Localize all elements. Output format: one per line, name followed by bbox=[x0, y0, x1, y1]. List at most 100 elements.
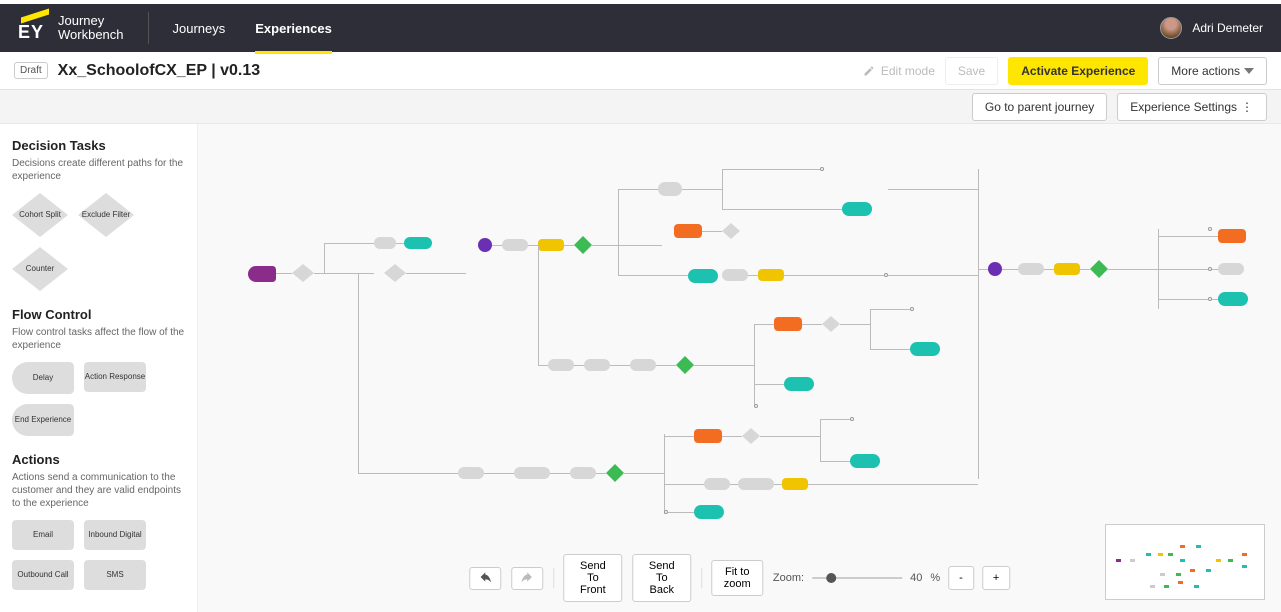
node-end[interactable] bbox=[850, 454, 880, 468]
group-desc-actions: Actions send a communication to the cust… bbox=[12, 471, 185, 510]
connector-dot[interactable] bbox=[820, 167, 824, 171]
shape-sms[interactable]: SMS bbox=[84, 560, 146, 590]
node-email[interactable] bbox=[774, 317, 802, 331]
node-end[interactable] bbox=[842, 202, 872, 216]
shape-cohort-split[interactable]: Cohort Split bbox=[12, 193, 68, 237]
task-palette[interactable]: Decision Tasks Decisions create differen… bbox=[0, 124, 198, 612]
minimap[interactable] bbox=[1105, 524, 1265, 600]
node-delay[interactable] bbox=[502, 239, 528, 251]
brand-line1: Journey bbox=[58, 14, 124, 28]
user-menu[interactable]: Adri Demeter bbox=[1160, 17, 1263, 39]
node-journey[interactable] bbox=[478, 238, 492, 252]
nav-journeys[interactable]: Journeys bbox=[173, 3, 226, 54]
experience-settings-button[interactable]: Experience Settings⋮ bbox=[1117, 93, 1267, 121]
connector-dot[interactable] bbox=[1208, 227, 1212, 231]
nav-experiences[interactable]: Experiences bbox=[255, 3, 332, 54]
node-end[interactable] bbox=[784, 377, 814, 391]
activate-experience-button[interactable]: Activate Experience bbox=[1008, 57, 1148, 85]
node-end[interactable] bbox=[910, 342, 940, 356]
node-decision[interactable] bbox=[292, 264, 314, 282]
node-action[interactable] bbox=[538, 239, 564, 251]
redo-button[interactable] bbox=[511, 567, 543, 590]
node-end[interactable] bbox=[694, 505, 724, 519]
ey-logo: EY bbox=[18, 13, 48, 43]
experience-title: Xx_SchoolofCX_EP | v0.13 bbox=[58, 62, 261, 80]
connector-dot[interactable] bbox=[664, 510, 668, 514]
shape-action-response[interactable]: Action Response bbox=[84, 362, 146, 392]
shape-inbound-digital[interactable]: Inbound Digital bbox=[84, 520, 146, 550]
canvas-toolbar: Send To Front Send To Back Fit to zoom Z… bbox=[469, 554, 1011, 602]
zoom-in-button[interactable]: + bbox=[982, 566, 1010, 590]
send-to-back-button[interactable]: Send To Back bbox=[632, 554, 691, 602]
connector-dot[interactable] bbox=[754, 404, 758, 408]
node-action-response[interactable] bbox=[570, 467, 596, 479]
node-delay[interactable] bbox=[458, 467, 484, 479]
group-desc-flow: Flow control tasks affect the flow of th… bbox=[12, 326, 185, 352]
node-delay[interactable] bbox=[1018, 263, 1044, 275]
brand: EY Journey Workbench bbox=[18, 13, 124, 43]
node-email[interactable] bbox=[1218, 229, 1246, 243]
node-delay[interactable] bbox=[548, 359, 574, 371]
node-decision[interactable] bbox=[1090, 260, 1108, 278]
shape-end-experience[interactable]: End Experience bbox=[12, 404, 74, 436]
node-decision[interactable] bbox=[606, 464, 624, 482]
node-action[interactable] bbox=[1054, 263, 1080, 275]
avatar bbox=[1160, 17, 1182, 39]
node-action[interactable] bbox=[758, 269, 784, 281]
connector-dot[interactable] bbox=[910, 307, 914, 311]
node-action-response[interactable] bbox=[738, 478, 774, 490]
group-title-decision: Decision Tasks bbox=[12, 138, 185, 153]
group-title-flow: Flow Control bbox=[12, 307, 185, 322]
zoom-value: 40 bbox=[910, 572, 922, 584]
journey-canvas[interactable]: Send To Front Send To Back Fit to zoom Z… bbox=[198, 124, 1281, 612]
node-decision[interactable] bbox=[742, 428, 760, 444]
node-decision[interactable] bbox=[822, 316, 840, 332]
zoom-slider[interactable] bbox=[812, 577, 902, 579]
main-nav: Journeys Experiences bbox=[173, 3, 332, 54]
send-to-front-button[interactable]: Send To Front bbox=[563, 554, 622, 602]
undo-button[interactable] bbox=[469, 567, 501, 590]
zoom-out-button[interactable]: - bbox=[948, 566, 974, 590]
node-journey[interactable] bbox=[988, 262, 1002, 276]
connector-dot[interactable] bbox=[850, 417, 854, 421]
zoom-handle[interactable] bbox=[826, 573, 836, 583]
shape-outbound-call[interactable]: Outbound Call bbox=[12, 560, 74, 590]
node-end[interactable] bbox=[404, 237, 432, 249]
node-decision[interactable] bbox=[676, 356, 694, 374]
fit-to-zoom-button[interactable]: Fit to zoom bbox=[712, 560, 763, 596]
shape-email[interactable]: Email bbox=[12, 520, 74, 550]
kebab-icon: ⋮ bbox=[1241, 100, 1254, 114]
node-delay[interactable] bbox=[374, 237, 396, 249]
shape-exclude-filter[interactable]: Exclude Filter bbox=[78, 193, 134, 237]
node-action-response[interactable] bbox=[584, 359, 610, 371]
zoom-unit: % bbox=[930, 572, 940, 584]
save-button[interactable]: Save bbox=[945, 57, 998, 85]
node-delay[interactable] bbox=[704, 478, 730, 490]
pencil-icon bbox=[863, 65, 875, 77]
node-delay[interactable] bbox=[658, 182, 682, 196]
group-title-actions: Actions bbox=[12, 452, 185, 467]
node-end[interactable] bbox=[688, 269, 718, 283]
connector-dot[interactable] bbox=[1208, 297, 1212, 301]
node-start[interactable] bbox=[248, 266, 276, 282]
go-to-parent-journey-button[interactable]: Go to parent journey bbox=[972, 93, 1107, 121]
node-email[interactable] bbox=[694, 429, 722, 443]
node-decision[interactable] bbox=[384, 264, 406, 282]
shape-delay[interactable]: Delay bbox=[12, 362, 74, 394]
node-decision[interactable] bbox=[574, 236, 592, 254]
node-delay[interactable] bbox=[1218, 263, 1244, 275]
main-area: Decision Tasks Decisions create differen… bbox=[0, 124, 1281, 612]
shape-counter[interactable]: Counter bbox=[12, 247, 68, 291]
node-delay[interactable] bbox=[722, 269, 748, 281]
node-end[interactable] bbox=[1218, 292, 1248, 306]
node-action-response[interactable] bbox=[630, 359, 656, 371]
node-decision[interactable] bbox=[722, 223, 740, 239]
user-name: Adri Demeter bbox=[1192, 21, 1263, 35]
edit-mode-toggle[interactable]: Edit mode bbox=[863, 64, 935, 78]
more-actions-button[interactable]: More actions bbox=[1158, 57, 1267, 85]
node-email[interactable] bbox=[674, 224, 702, 238]
node-action-response[interactable] bbox=[514, 467, 550, 479]
undo-icon bbox=[478, 572, 492, 582]
connector-dot[interactable] bbox=[1208, 267, 1212, 271]
node-action[interactable] bbox=[782, 478, 808, 490]
